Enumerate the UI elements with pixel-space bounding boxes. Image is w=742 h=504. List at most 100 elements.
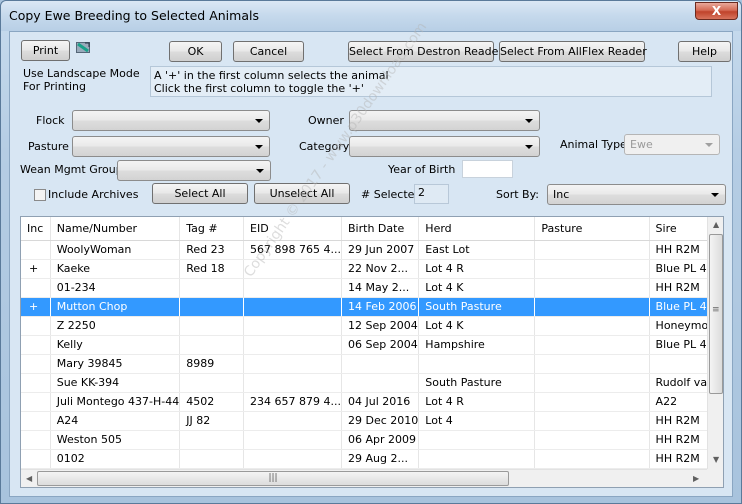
- cell-pasture: [534, 411, 650, 431]
- column-header-name[interactable]: Name/Number: [50, 217, 181, 241]
- cell-birth: 29 Dec 2010: [341, 411, 420, 431]
- cell-pasture: [534, 297, 650, 317]
- horizontal-scrollbar[interactable]: ◀ ||| ▶: [21, 469, 707, 487]
- pasture-label: Pasture: [28, 140, 69, 153]
- cell-inc[interactable]: [21, 449, 51, 469]
- column-header-herd[interactable]: Herd: [418, 217, 536, 241]
- select-all-button[interactable]: Select All: [152, 183, 248, 204]
- owner-label: Owner: [308, 114, 344, 127]
- cell-pasture: [534, 335, 650, 355]
- cell-eid: [243, 373, 343, 393]
- column-header-eid[interactable]: EID: [243, 217, 343, 241]
- cell-eid: [243, 278, 343, 298]
- ok-button[interactable]: OK: [169, 41, 222, 62]
- cell-pasture: [534, 259, 650, 279]
- cell-inc[interactable]: [21, 335, 51, 355]
- cell-herd: Lot 4 K: [418, 316, 536, 336]
- year-of-birth-input[interactable]: [462, 160, 513, 178]
- vertical-scrollbar[interactable]: ▲ ≡ ▼: [707, 217, 723, 469]
- column-header-birth-date[interactable]: Birth Date: [341, 217, 420, 241]
- cell-tag: [179, 278, 245, 298]
- cell-inc[interactable]: [21, 240, 51, 260]
- table-row[interactable]: A24 JJ 82 29 Dec 2010 Lot 4 HH R2M: [21, 411, 723, 431]
- cell-herd: Lot 4: [418, 411, 536, 431]
- chevron-down-icon: [525, 119, 533, 123]
- cell-pasture: [534, 392, 650, 412]
- table-row[interactable]: Sue KK-394 South Pasture Rudolf van: [21, 373, 723, 393]
- unselect-all-button[interactable]: Unselect All: [254, 183, 350, 204]
- title-bar[interactable]: Copy Ewe Breeding to Selected Animals X: [1, 1, 741, 31]
- table-row[interactable]: Mary 39845 8989: [21, 354, 723, 374]
- cell-eid: [243, 316, 343, 336]
- chevron-down-icon: [711, 193, 719, 197]
- table-row[interactable]: Z 2250 12 Sep 2004 Lot 4 K Honeymoon: [21, 316, 723, 336]
- scroll-up-icon[interactable]: ▲: [713, 220, 719, 229]
- landscape-icon[interactable]: [76, 41, 91, 55]
- cell-name: Sue KK-394: [50, 373, 181, 393]
- horizontal-scroll-thumb[interactable]: |||: [37, 471, 509, 486]
- cell-inc[interactable]: [21, 430, 51, 450]
- scroll-down-icon[interactable]: ▼: [713, 455, 719, 464]
- chevron-down-icon: [705, 143, 713, 147]
- cell-pasture: [534, 430, 650, 450]
- wean-mgmt-group-dropdown[interactable]: [117, 160, 271, 181]
- help-button[interactable]: Help: [678, 41, 731, 62]
- cell-inc[interactable]: +: [21, 297, 51, 317]
- cell-tag: [179, 449, 245, 469]
- cell-inc[interactable]: [21, 392, 51, 412]
- select-destron-reader-button[interactable]: Select From Destron Reader: [348, 41, 503, 62]
- cell-eid: [243, 411, 343, 431]
- table-row[interactable]: Juli Montego 437-H-44 4502 234 657 879 4..…: [21, 392, 723, 412]
- vertical-scroll-thumb[interactable]: ≡: [709, 234, 723, 394]
- cell-inc[interactable]: [21, 316, 51, 336]
- sort-by-dropdown[interactable]: Inc: [547, 184, 726, 205]
- select-allflex-reader-button[interactable]: Select From AllFlex Reader: [499, 41, 647, 62]
- table-row[interactable]: + Mutton Chop 14 Feb 2006 South Pasture Blue…: [21, 297, 723, 317]
- cell-birth: 14 May 2...: [341, 278, 420, 298]
- dialog-body: Print OK Cancel Select From Destron Read…: [9, 31, 733, 497]
- cell-herd: Lot 4 K: [418, 278, 536, 298]
- cell-birth: 12 Sep 2004: [341, 316, 420, 336]
- scroll-left-icon[interactable]: ◀: [26, 474, 32, 483]
- cell-birth: [341, 373, 420, 393]
- pasture-dropdown[interactable]: [72, 136, 270, 157]
- table-row[interactable]: Kelly 06 Sep 2004 Hampshire Blue PL 432: [21, 335, 723, 355]
- category-dropdown[interactable]: [349, 136, 540, 157]
- cell-herd: South Pasture: [418, 297, 536, 317]
- table-row[interactable]: 01-234 14 May 2... Lot 4 K HH R2M: [21, 278, 723, 298]
- scroll-right-icon[interactable]: ▶: [693, 474, 699, 483]
- cell-birth: 29 Jun 2007: [341, 240, 420, 260]
- instructions-line2: Click the first column to toggle the '+': [154, 82, 364, 95]
- include-archives-checkbox[interactable]: [34, 189, 46, 201]
- print-button[interactable]: Print: [21, 40, 70, 61]
- table-row[interactable]: WoolyWoman Red 23 567 898 765 4... 29 Jun 2…: [21, 240, 723, 260]
- column-header-inc[interactable]: Inc: [21, 217, 51, 241]
- table-row[interactable]: 0102 29 Aug 2... HH R2M: [21, 449, 723, 469]
- cell-herd: [418, 430, 536, 450]
- column-header-pasture[interactable]: Pasture: [534, 217, 650, 241]
- flock-dropdown[interactable]: [72, 110, 270, 131]
- cell-eid: 234 657 879 4...: [243, 392, 343, 412]
- column-header-tag[interactable]: Tag #: [179, 217, 245, 241]
- cell-birth: 06 Apr 2009: [341, 430, 420, 450]
- cell-name: 01-234: [50, 278, 181, 298]
- cell-inc[interactable]: [21, 278, 51, 298]
- cell-tag: [179, 373, 245, 393]
- close-button[interactable]: X: [695, 2, 738, 20]
- cell-inc[interactable]: +: [21, 259, 51, 279]
- cell-birth: 22 Nov 2...: [341, 259, 420, 279]
- cell-name: Juli Montego 437-H-44: [50, 392, 181, 412]
- table-row[interactable]: + Kaeke Red 18 22 Nov 2... Lot 4 R Blue PL 43…: [21, 259, 723, 279]
- include-archives-label: Include Archives: [48, 188, 139, 201]
- cell-inc[interactable]: [21, 411, 51, 431]
- cancel-button[interactable]: Cancel: [233, 41, 304, 62]
- owner-dropdown[interactable]: [349, 110, 540, 131]
- animal-type-dropdown: Ewe: [624, 134, 720, 155]
- grip-icon: ≡: [712, 305, 720, 315]
- cell-name: Mutton Chop: [50, 297, 181, 317]
- cell-eid: [243, 259, 343, 279]
- cell-pasture: [534, 278, 650, 298]
- table-row[interactable]: Weston 505 06 Apr 2009 HH R2M: [21, 430, 723, 450]
- cell-inc[interactable]: [21, 354, 51, 374]
- cell-inc[interactable]: [21, 373, 51, 393]
